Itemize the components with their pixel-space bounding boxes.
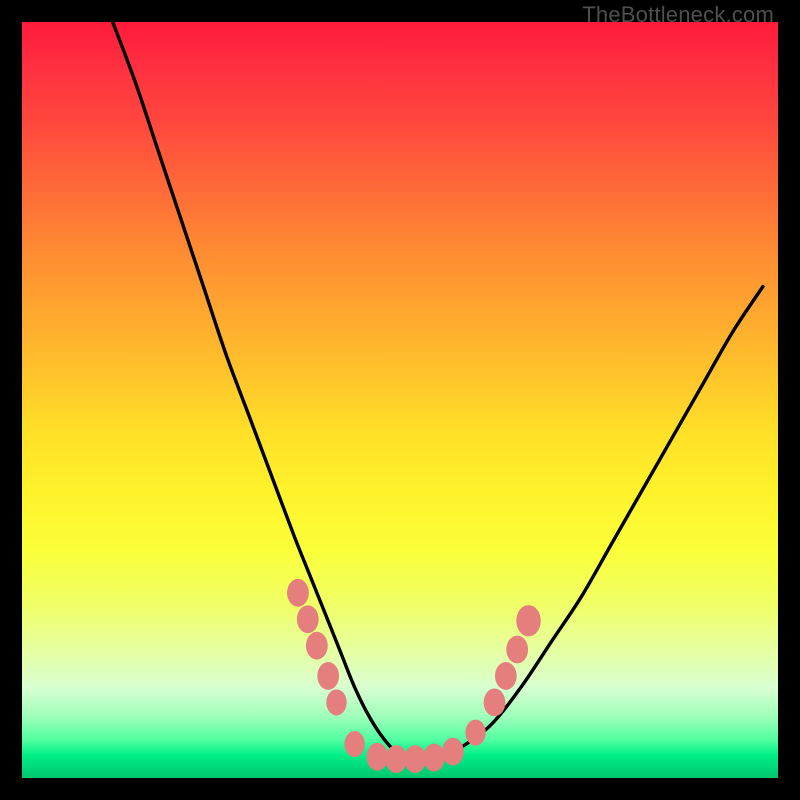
bead-marker <box>344 731 364 757</box>
v-curve-svg <box>22 22 778 778</box>
beads-group <box>287 579 541 773</box>
bead-marker <box>404 745 426 773</box>
bead-marker <box>465 720 485 746</box>
watermark-label: TheBottleneck.com <box>582 2 774 28</box>
v-curve-path <box>113 22 763 760</box>
bead-marker <box>516 605 540 636</box>
bead-marker <box>442 738 464 766</box>
bead-marker <box>326 689 346 715</box>
bead-marker <box>297 605 319 633</box>
bead-marker <box>495 662 517 690</box>
bead-marker <box>306 632 328 660</box>
bead-marker <box>484 688 506 716</box>
bead-marker <box>317 662 339 690</box>
bead-marker <box>287 579 309 607</box>
bead-marker <box>423 744 445 772</box>
chart-frame: TheBottleneck.com <box>0 0 800 800</box>
bead-marker <box>385 745 407 773</box>
bead-marker <box>506 636 528 664</box>
bead-marker <box>366 743 388 771</box>
plot-area <box>22 22 778 778</box>
